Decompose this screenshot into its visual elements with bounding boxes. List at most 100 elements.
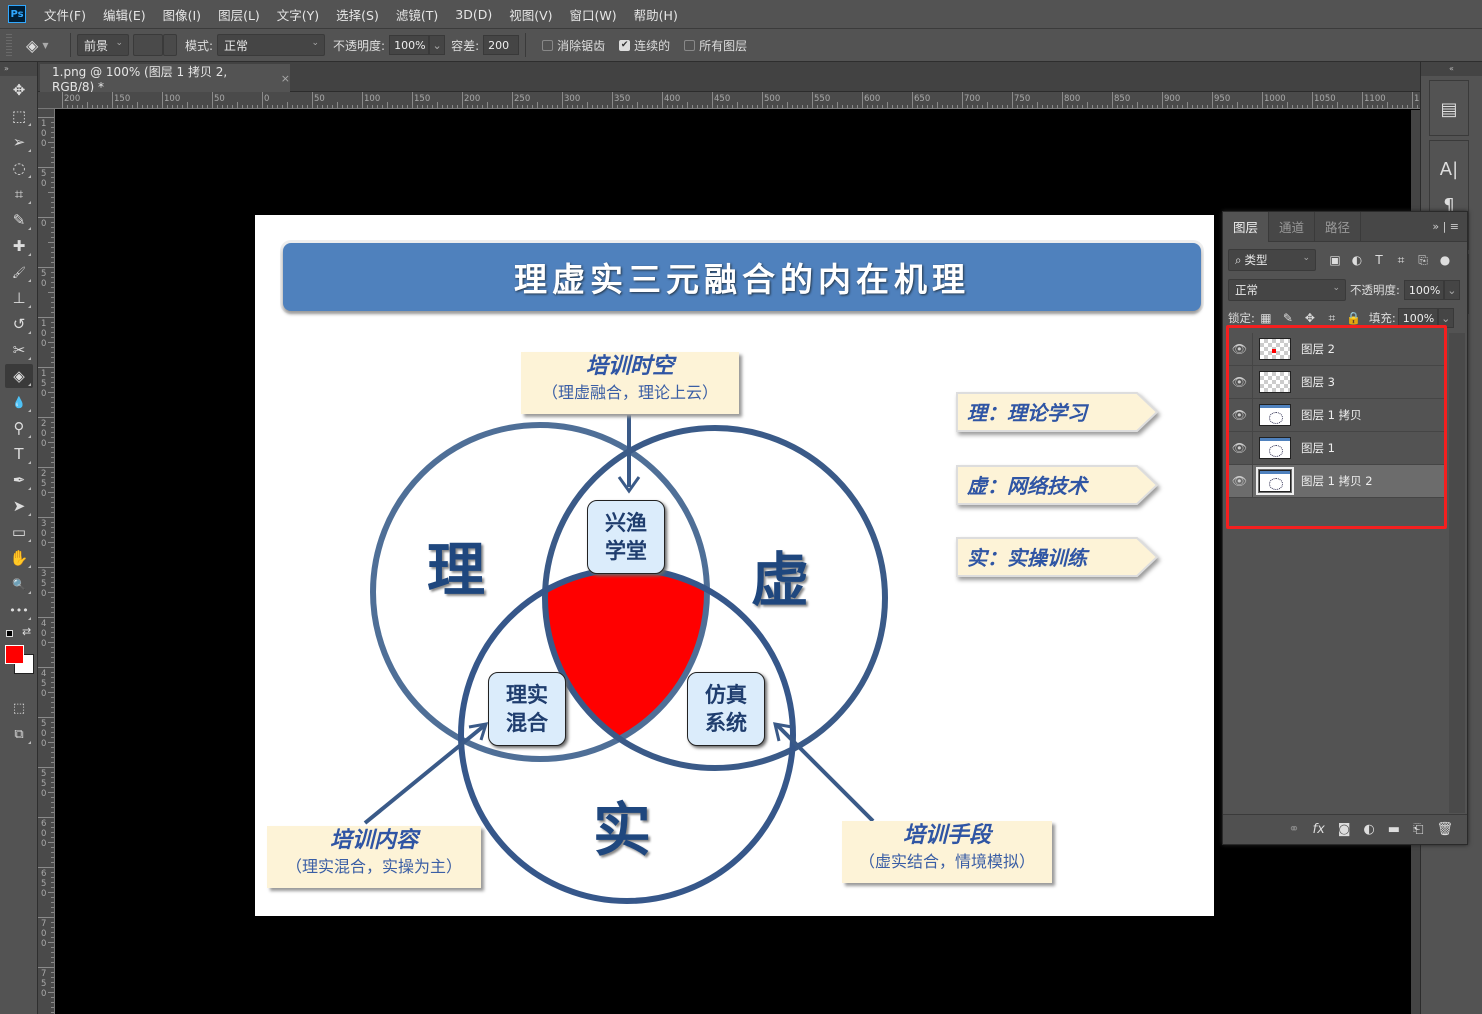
new-adjustment-layer-icon[interactable]: ◐ (1363, 822, 1374, 837)
layer-row[interactable]: 👁 图层 1 (1227, 431, 1447, 465)
menu-file[interactable]: 文件(F) (44, 5, 86, 24)
visibility-eye-icon[interactable]: 👁 (1227, 464, 1253, 498)
paint-bucket-tool-icon[interactable]: ◈ (5, 364, 33, 388)
crop-tool-icon[interactable]: ⌗ (5, 182, 33, 206)
pattern-picker[interactable] (133, 34, 163, 56)
pen-tool-icon[interactable]: ✒ (5, 468, 33, 492)
filter-toggle-icon[interactable]: ● (1434, 253, 1456, 267)
ruler-minor-tick (632, 105, 633, 108)
marquee-tool-icon[interactable]: ⬚ (5, 104, 33, 128)
opacity-input[interactable]: 100% (389, 35, 430, 55)
link-layers-icon[interactable]: ⚭ (1289, 822, 1300, 837)
eyedropper-tool-icon[interactable]: ✎ (5, 208, 33, 232)
rectangle-tool-icon[interactable]: ▭ (5, 520, 33, 544)
new-group-folder-icon[interactable]: ▬ (1388, 822, 1400, 837)
layer-row[interactable]: 👁 图层 1 拷贝 2 (1227, 464, 1447, 498)
path-select-tool-icon[interactable]: ➤ (5, 494, 33, 518)
tab-layers[interactable]: 图层 (1223, 211, 1270, 242)
blur-tool-icon[interactable]: 💧 (5, 390, 33, 414)
layer-list-scrollbar[interactable] (1449, 333, 1465, 813)
add-mask-icon[interactable]: ◙ (1338, 822, 1351, 837)
history-brush-tool-icon[interactable]: ↺ (5, 312, 33, 336)
mode-select[interactable]: 正常 ⌄ (217, 34, 326, 56)
fill-input[interactable]: 100% (1397, 308, 1438, 328)
close-tab-icon[interactable]: × (281, 72, 290, 85)
tab-channels[interactable]: 通道 (1269, 211, 1316, 242)
visibility-eye-icon[interactable]: 👁 (1227, 398, 1253, 432)
clone-stamp-tool-icon[interactable]: ⊥ (5, 286, 33, 310)
collapse-panels-button[interactable]: « (1421, 62, 1482, 76)
lock-transparent-icon[interactable]: ▦ (1255, 311, 1277, 325)
lock-image-icon[interactable]: ✎ (1277, 311, 1299, 325)
layer-row[interactable]: 👁 图层 1 拷贝 (1227, 398, 1447, 432)
tool-preset-picker[interactable]: ◈ ▼ (26, 36, 64, 55)
panel-menu-icon[interactable]: » | ≡ (1432, 220, 1459, 233)
menu-help[interactable]: 帮助(H) (634, 5, 678, 24)
artwork-image[interactable]: 理虚实三元融合的内在机理 培训时空 （理虚融合，理论上云） 培训内容 （理实混合… (255, 215, 1214, 916)
menu-image[interactable]: 图像(I) (163, 5, 201, 24)
filter-adjustment-icon[interactable]: ◐ (1346, 253, 1368, 267)
document-tab[interactable]: 1.png @ 100% (图层 1 拷贝 2, RGB/8) * × (40, 64, 290, 94)
antialias-checkbox[interactable] (542, 39, 554, 51)
menu-filter[interactable]: 滤镜(T) (396, 5, 438, 24)
delete-layer-trash-icon[interactable]: 🗑 (1436, 822, 1453, 837)
hand-tool-icon[interactable]: ✋ (5, 546, 33, 570)
filter-smart-object-icon[interactable]: ⎘ (1412, 253, 1434, 268)
layer-row[interactable]: 👁 图层 3 (1227, 365, 1447, 399)
ruler-minor-tick (367, 105, 368, 108)
all-layers-checkbox[interactable] (684, 39, 696, 51)
new-layer-icon[interactable]: ⎗ (1413, 822, 1423, 837)
dodge-tool-icon[interactable]: ⚲ (5, 416, 33, 440)
more-tools-icon[interactable]: ••• (5, 598, 33, 622)
tolerance-input[interactable]: 200 (483, 35, 520, 55)
menu-type[interactable]: 文字(Y) (277, 5, 319, 24)
visibility-eye-icon[interactable]: 👁 (1227, 332, 1253, 366)
contiguous-checkbox[interactable]: ✔ (619, 39, 631, 51)
lock-artboard-icon[interactable]: ⌗ (1321, 311, 1343, 326)
lock-all-icon[interactable]: 🔒 (1343, 311, 1365, 325)
default-colors-icon[interactable] (6, 630, 13, 637)
toolbar-collapse-button[interactable]: » (0, 62, 37, 76)
screen-mode-icon[interactable]: ⧉ (5, 722, 33, 746)
visibility-eye-icon[interactable]: 👁 (1227, 431, 1253, 465)
ruler-minor-tick (51, 912, 54, 913)
layer-filter-select[interactable]: ⌕ 类型 ⌄ (1228, 249, 1316, 271)
layer-opacity-dropdown[interactable]: ⌄ (1443, 280, 1460, 300)
history-icon[interactable]: ▤ (1430, 91, 1468, 127)
lock-position-icon[interactable]: ✥ (1299, 311, 1321, 325)
character-icon[interactable]: A| (1430, 151, 1468, 187)
quick-select-tool-icon[interactable]: ◌ (5, 156, 33, 180)
filter-type-icon[interactable]: T (1368, 253, 1390, 267)
menu-3d[interactable]: 3D(D) (455, 7, 492, 22)
menu-window[interactable]: 窗口(W) (570, 5, 617, 24)
quick-mask-icon[interactable]: ⬚ (5, 696, 33, 720)
filter-shape-icon[interactable]: ⌗ (1390, 253, 1412, 268)
healing-brush-tool-icon[interactable]: ✚ (5, 234, 33, 258)
swap-colors-icon[interactable]: ⇄ (22, 625, 31, 638)
opacity-dropdown[interactable]: ⌄ (429, 35, 446, 55)
layer-row[interactable]: 👁 图层 2 (1227, 332, 1447, 366)
menu-layer[interactable]: 图层(L) (218, 5, 260, 24)
layer-opacity-input[interactable]: 100% (1403, 280, 1444, 300)
layer-style-fx-icon[interactable]: fx (1313, 822, 1325, 837)
visibility-eye-icon[interactable]: 👁 (1227, 365, 1253, 399)
options-grip[interactable] (6, 34, 12, 56)
type-tool-icon[interactable]: T (5, 442, 33, 466)
fill-source-select[interactable]: 前景 ⌄ (77, 34, 129, 56)
menu-view[interactable]: 视图(V) (509, 5, 552, 24)
menu-edit[interactable]: 编辑(E) (103, 5, 146, 24)
eraser-tool-icon[interactable]: ✂ (5, 338, 33, 362)
pattern-picker-arrow[interactable] (163, 34, 177, 56)
zoom-tool-icon[interactable]: 🔍 (5, 572, 33, 596)
filter-pixel-icon[interactable]: ▣ (1324, 253, 1346, 267)
blend-mode-select[interactable]: 正常 ⌄ (1228, 279, 1346, 301)
foreground-color-swatch[interactable] (5, 645, 24, 664)
fill-dropdown[interactable]: ⌄ (1437, 308, 1454, 328)
move-tool-icon[interactable]: ✥ (5, 78, 33, 102)
brush-tool-icon[interactable]: 🖌 (5, 260, 33, 284)
lasso-tool-icon[interactable]: ➢ (5, 130, 33, 154)
horizontal-ruler[interactable]: 200 150 100 50 0 50 100 150 200 250 300 350 400 450 50… (38, 92, 1420, 109)
menu-select[interactable]: 选择(S) (336, 5, 379, 24)
vertical-ruler[interactable]: 100 50 0 50 100 150 200 250 300 350 400 450 500 550 60… (38, 109, 55, 1014)
tab-paths[interactable]: 路径 (1315, 211, 1362, 242)
